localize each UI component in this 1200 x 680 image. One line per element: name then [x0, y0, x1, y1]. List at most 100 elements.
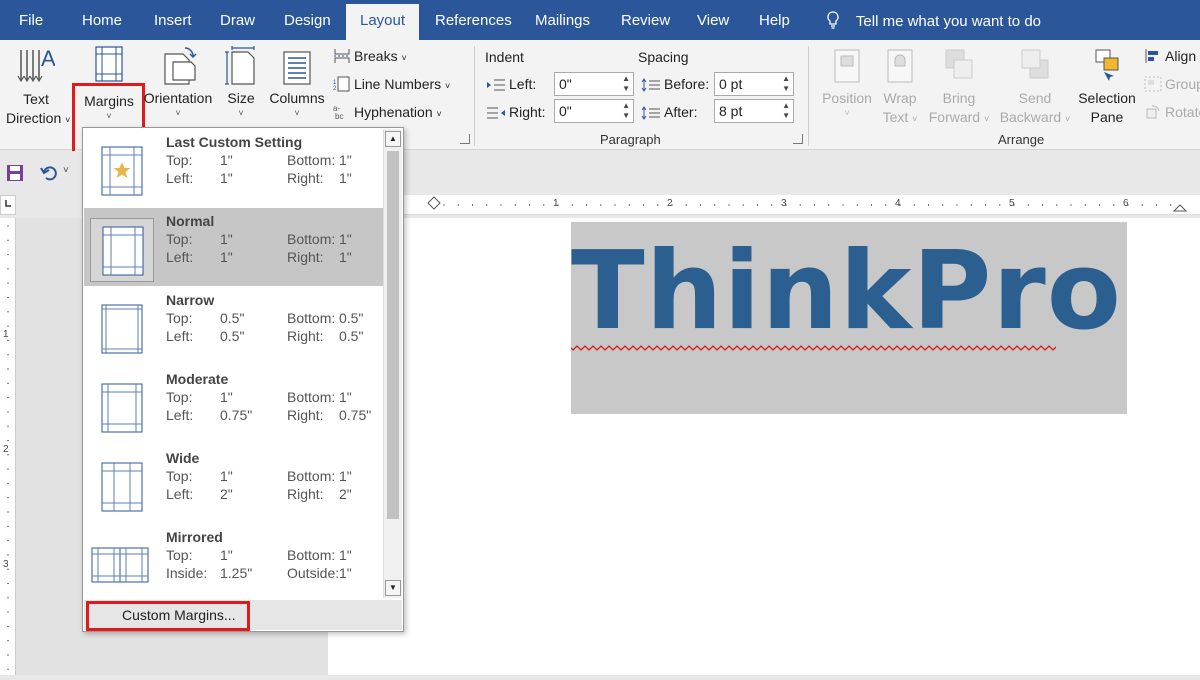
spinner-icon[interactable]: ▲ ▼: [782, 74, 790, 94]
line-numbers-icon: 12: [333, 76, 350, 92]
document-heading-text[interactable]: ThinkPro: [571, 232, 1122, 352]
save-icon[interactable]: [6, 164, 24, 182]
chevron-down-icon: ˅: [844, 108, 850, 118]
columns-button[interactable]: Columns ˅: [266, 46, 328, 118]
margin-key: Left:: [166, 407, 194, 423]
tab-view[interactable]: View: [697, 12, 729, 29]
margin-key: Bottom:: [287, 468, 336, 484]
text-direction-label-2: Direction ˅: [6, 110, 71, 126]
spacing-after-field[interactable]: 8 pt ▲ ▼: [714, 99, 794, 123]
tell-me-search[interactable]: Tell me what you want to do: [826, 11, 1041, 30]
undo-dropdown-chevron-icon[interactable]: ˅: [63, 165, 69, 176]
text-direction-button[interactable]: A Text Direction ˅: [6, 46, 71, 130]
margin-value: 2": [220, 486, 233, 502]
tab-file[interactable]: File: [19, 12, 43, 29]
spinner-icon[interactable]: ▲ ▼: [622, 101, 630, 121]
margin-value: 2": [339, 486, 352, 502]
narrow-margins-icon: [101, 304, 143, 354]
scroll-thumb[interactable]: [387, 151, 399, 519]
spacing-before-field[interactable]: 0 pt ▲ ▼: [714, 72, 794, 96]
margin-value: 1": [339, 468, 352, 484]
scroll-down-icon[interactable]: ▼: [385, 580, 401, 596]
position-button[interactable]: Position ˅: [818, 46, 876, 118]
orientation-button[interactable]: Orientation ˅: [143, 46, 213, 118]
margin-key: Right:: [287, 170, 324, 186]
position-icon: [834, 49, 860, 83]
indent-label: Indent: [485, 49, 524, 65]
tab-layout[interactable]: Layout: [346, 4, 420, 40]
hyphenation-button[interactable]: a-bc Hyphenation ˅: [333, 104, 442, 121]
rotate-button[interactable]: Rotate: [1144, 104, 1200, 120]
breaks-button[interactable]: Breaks ˅: [333, 48, 407, 64]
tab-help[interactable]: Help: [759, 12, 790, 29]
bring-forward-label-1: Bring: [942, 90, 976, 106]
chevron-down-icon: ˅: [175, 108, 181, 118]
position-label: Position: [822, 90, 872, 106]
send-backward-label-2: Backward ˅: [999, 109, 1071, 125]
margin-key: Top:: [166, 389, 193, 405]
scroll-up-icon[interactable]: ▲: [385, 131, 401, 147]
text-direction-label-1: Text: [23, 91, 49, 107]
send-backward-button[interactable]: Send Backward ˅: [996, 46, 1074, 129]
ruler-number-1: 1: [553, 198, 559, 209]
indent-left-field[interactable]: 0" ▲ ▼: [554, 72, 634, 96]
indent-right-label: Right:: [486, 104, 546, 120]
undo-icon[interactable]: [40, 164, 60, 182]
wrap-text-label-2: Text ˅: [882, 109, 918, 125]
columns-label: Columns: [269, 90, 325, 106]
margin-option-last-custom[interactable]: Last Custom Setting Top: 1" Bottom: 1" L…: [84, 129, 384, 207]
group-button[interactable]: Group: [1144, 76, 1200, 92]
tab-selector[interactable]: [0, 195, 16, 215]
wrap-text-button[interactable]: Wrap Text ˅: [878, 46, 922, 129]
svg-text:A: A: [41, 46, 55, 71]
tab-home[interactable]: Home: [82, 12, 122, 29]
margin-value: 1": [339, 170, 352, 186]
chevron-down-icon: ˅: [238, 108, 244, 118]
tab-review[interactable]: Review: [621, 12, 670, 29]
selection-pane-button[interactable]: Selection Pane: [1076, 46, 1138, 127]
margin-key: Top:: [166, 468, 193, 484]
spinner-icon[interactable]: ▲ ▼: [782, 101, 790, 121]
margin-key: Left:: [166, 328, 194, 344]
align-button[interactable]: Align: [1144, 48, 1196, 64]
tab-draw[interactable]: Draw: [220, 12, 255, 29]
moderate-margins-icon: [101, 383, 143, 433]
tab-references[interactable]: References: [435, 12, 512, 29]
indent-right-icon: [487, 107, 505, 119]
margin-value: 1": [339, 565, 352, 581]
tab-mailings[interactable]: Mailings: [535, 12, 590, 29]
margin-option-wide[interactable]: Wide Top: 1" Bottom: 1" Left: 2" Right: …: [84, 445, 384, 523]
bring-forward-label-2: Forward ˅: [928, 109, 990, 125]
size-button[interactable]: Size ˅: [220, 46, 262, 118]
margin-key: Bottom:: [287, 310, 336, 326]
margin-option-mirrored[interactable]: Mirrored Top: 1" Bottom: 1" Inside: 1.25…: [84, 524, 384, 602]
page-setup-launcher-icon[interactable]: [460, 134, 470, 144]
margin-option-narrow[interactable]: Narrow Top: 0.5" Bottom: 0.5" Left: 0.5"…: [84, 287, 384, 365]
bring-forward-icon: [945, 49, 973, 79]
margin-key: Left:: [166, 486, 194, 502]
quick-access-toolbar: ˅: [0, 151, 82, 195]
margin-key: Bottom:: [287, 547, 336, 563]
dropdown-scrollbar[interactable]: ▲ ▼: [383, 129, 402, 598]
margin-option-moderate[interactable]: Moderate Top: 1" Bottom: 1" Left: 0.75" …: [84, 366, 384, 444]
tab-insert[interactable]: Insert: [154, 12, 192, 29]
margin-value: 1": [220, 152, 233, 168]
wide-margins-icon: [101, 462, 143, 512]
margin-option-name: Last Custom Setting: [166, 134, 303, 150]
ruler-number-5: 5: [1009, 198, 1015, 209]
margin-value: 0.5": [220, 328, 245, 344]
margin-value: 1": [220, 468, 233, 484]
spinner-icon[interactable]: ▲ ▼: [622, 74, 630, 94]
svg-text:2: 2: [333, 86, 337, 92]
line-numbers-button[interactable]: 1 2 Line Numbers ˅: [333, 76, 450, 92]
bring-forward-button[interactable]: Bring Forward ˅: [924, 46, 994, 129]
custom-margins-item[interactable]: Custom Margins...: [84, 600, 402, 631]
indent-right-field[interactable]: 0" ▲ ▼: [554, 99, 634, 123]
send-backward-icon: [1021, 49, 1049, 79]
paragraph-launcher-icon[interactable]: [793, 134, 803, 144]
tab-design[interactable]: Design: [284, 12, 331, 29]
margin-option-normal[interactable]: Normal Top: 1" Bottom: 1" Left: 1" Right…: [84, 208, 384, 286]
margin-value: 1": [339, 152, 352, 168]
spelling-error-underline: [571, 345, 1056, 351]
ruler-number-6: 6: [1123, 198, 1129, 209]
